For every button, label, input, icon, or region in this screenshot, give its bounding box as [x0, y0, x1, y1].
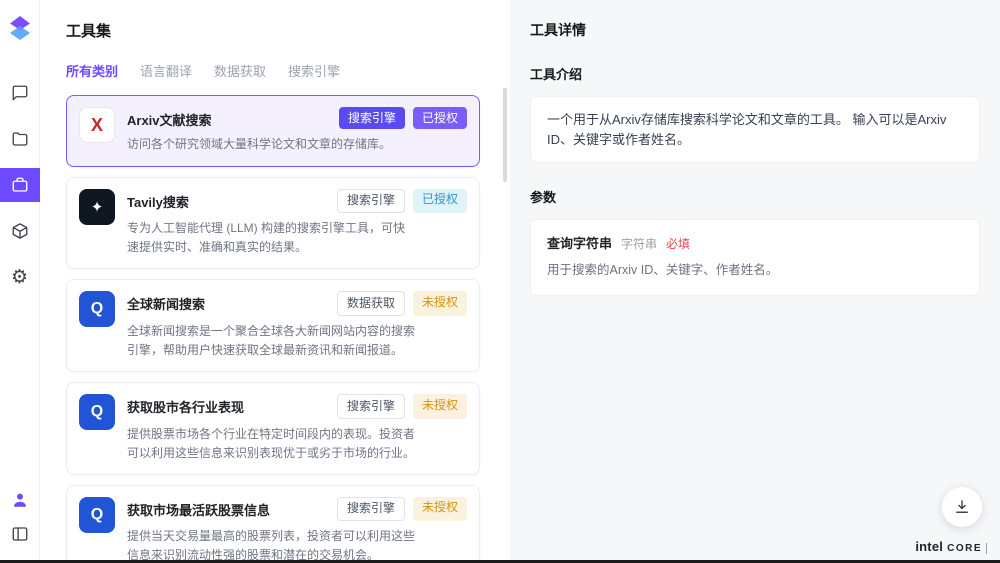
app-window: ⚙ 工具集 所有类别 语言翻译 数据获取 搜索引擎 X Arxiv文献搜索 [0, 0, 1000, 563]
tool-description: 提供股票市场各个行业在特定时间段内的表现。投资者可以利用这些信息来识别表现优于或… [127, 425, 415, 463]
tool-card[interactable]: X Arxiv文献搜索 搜索引擎 已授权 访问各个研究领域大量科学论文和文章的存… [66, 95, 480, 167]
param-required-badge: 必填 [666, 235, 690, 252]
sidebar: ⚙ [0, 0, 40, 563]
sidebar-item-panel-toggle[interactable] [0, 519, 40, 549]
category-badge: 搜索引擎 [337, 497, 405, 521]
intel-wordmark: intel [915, 539, 943, 554]
tool-description: 访问各个研究领域大量科学论文和文章的存储库。 [127, 135, 415, 154]
tool-name: Tavily搜索 [127, 189, 337, 211]
sidebar-item-tools[interactable] [0, 168, 40, 202]
gear-icon: ⚙ [11, 268, 28, 287]
tool-head: 获取股市各行业表现 搜索引擎 未授权 [127, 394, 467, 418]
tool-badges: 搜索引擎 已授权 [337, 189, 467, 213]
category-badge: 数据获取 [337, 291, 405, 315]
tool-badges: 搜索引擎 未授权 [337, 497, 467, 521]
tool-body: 全球新闻搜索 数据获取 未授权 全球新闻搜索是一个聚合全球各大新闻网站内容的搜索… [127, 291, 467, 360]
page-title: 工具集 [66, 20, 480, 41]
tab-data-fetching[interactable]: 数据获取 [214, 61, 266, 80]
tool-description: 全球新闻搜索是一个聚合全球各大新闻网站内容的搜索引擎，帮助用户快速获取全球最新资… [127, 322, 415, 360]
tool-head: 全球新闻搜索 数据获取 未授权 [127, 291, 467, 315]
tool-card-list: X Arxiv文献搜索 搜索引擎 已授权 访问各个研究领域大量科学论文和文章的存… [66, 95, 480, 563]
intro-card: 一个用于从Arxiv存储库搜索科学论文和文章的工具。 输入可以是Arxiv ID… [530, 96, 980, 163]
intel-core-logo: intel CORE [915, 539, 987, 554]
param-header: 查询字符串 字符串 必填 [547, 233, 963, 252]
param-description: 用于搜索的Arxiv ID、关键字、作者姓名。 [547, 261, 963, 280]
tool-list-panel: 工具集 所有类别 语言翻译 数据获取 搜索引擎 X Arxiv文献搜索 搜索引擎… [40, 0, 510, 563]
tool-description: 提供当天交易量最高的股票列表，投资者可以利用这些信息来识别流动性强的股票和潜在的… [127, 527, 415, 563]
sidebar-item-chat[interactable] [0, 76, 40, 110]
sidebar-bottom [0, 485, 40, 563]
tool-head: Arxiv文献搜索 搜索引擎 已授权 [127, 107, 467, 129]
tab-all-categories[interactable]: 所有类别 [66, 61, 118, 80]
chat-icon [11, 84, 29, 102]
auth-status-badge: 未授权 [413, 497, 467, 521]
tool-card[interactable]: Q 获取市场最活跃股票信息 搜索引擎 未授权 提供当天交易量最高的股票列表，投资… [66, 485, 480, 563]
auth-status-badge: 已授权 [413, 107, 467, 129]
tool-body: 获取市场最活跃股票信息 搜索引擎 未授权 提供当天交易量最高的股票列表，投资者可… [127, 497, 467, 563]
tool-body: 获取股市各行业表现 搜索引擎 未授权 提供股票市场各个行业在特定时间段内的表现。… [127, 394, 467, 463]
download-button[interactable] [942, 487, 982, 527]
auth-status-badge: 未授权 [413, 394, 467, 418]
app-logo[interactable] [7, 14, 33, 42]
tool-badges: 搜索引擎 未授权 [337, 394, 467, 418]
params-section-title: 参数 [530, 187, 980, 206]
logo-gem-icon [8, 15, 32, 41]
tab-search-engine[interactable]: 搜索引擎 [288, 61, 340, 80]
panel-toggle-icon [11, 525, 29, 543]
param-card: 查询字符串 字符串 必填 用于搜索的Arxiv ID、关键字、作者姓名。 [530, 219, 980, 296]
tool-badges: 数据获取 未授权 [337, 291, 467, 315]
tool-head: 获取市场最活跃股票信息 搜索引擎 未授权 [127, 497, 467, 521]
tool-card[interactable]: Q 获取股市各行业表现 搜索引擎 未授权 提供股票市场各个行业在特定时间段内的表… [66, 382, 480, 475]
param-type: 字符串 [621, 235, 657, 252]
tool-head: Tavily搜索 搜索引擎 已授权 [127, 189, 467, 213]
category-tabs: 所有类别 语言翻译 数据获取 搜索引擎 [66, 61, 480, 80]
intro-section-title: 工具介绍 [530, 64, 980, 83]
auth-status-badge: 已授权 [413, 189, 467, 213]
sidebar-item-settings[interactable]: ⚙ [0, 260, 40, 294]
tool-card[interactable]: ✦ Tavily搜索 搜索引擎 已授权 专为人工智能代理 (LLM) 构建的搜索… [66, 177, 480, 270]
tavily-star-icon: ✦ [79, 189, 115, 225]
tool-body: Tavily搜索 搜索引擎 已授权 专为人工智能代理 (LLM) 构建的搜索引擎… [127, 189, 467, 258]
tool-detail-panel: 工具详情 工具介绍 一个用于从Arxiv存储库搜索科学论文和文章的工具。 输入可… [510, 0, 1000, 563]
param-name: 查询字符串 [547, 233, 612, 252]
category-badge: 搜索引擎 [337, 189, 405, 213]
tool-body: Arxiv文献搜索 搜索引擎 已授权 访问各个研究领域大量科学论文和文章的存储库… [127, 107, 467, 155]
auth-status-badge: 未授权 [413, 291, 467, 315]
core-wordmark: CORE [947, 543, 987, 554]
sidebar-item-plugins[interactable] [0, 214, 40, 248]
detail-title: 工具详情 [530, 20, 980, 40]
briefcase-icon [11, 176, 29, 194]
user-icon [11, 491, 29, 509]
tool-name: 获取股市各行业表现 [127, 394, 337, 416]
sidebar-nav: ⚙ [0, 76, 39, 306]
sidebar-item-files[interactable] [0, 122, 40, 156]
tool-badges: 搜索引擎 已授权 [339, 107, 467, 129]
news-q-icon: Q [79, 291, 115, 327]
tool-name: 全球新闻搜索 [127, 291, 337, 313]
tool-name: Arxiv文献搜索 [127, 107, 339, 129]
tab-language-translation[interactable]: 语言翻译 [140, 61, 192, 80]
arxiv-x-icon: X [79, 107, 115, 143]
stock-q-icon: Q [79, 394, 115, 430]
tool-description: 专为人工智能代理 (LLM) 构建的搜索引擎工具，可快速提供实时、准确和真实的结… [127, 219, 415, 257]
tool-name: 获取市场最活跃股票信息 [127, 497, 337, 519]
tool-card[interactable]: Q 全球新闻搜索 数据获取 未授权 全球新闻搜索是一个聚合全球各大新闻网站内容的… [66, 279, 480, 372]
stock-q-icon: Q [79, 497, 115, 533]
category-badge: 搜索引擎 [337, 394, 405, 418]
sidebar-item-user[interactable] [0, 485, 40, 515]
download-icon [953, 498, 971, 516]
intro-text: 一个用于从Arxiv存储库搜索科学论文和文章的工具。 输入可以是Arxiv ID… [547, 110, 963, 149]
cube-icon [11, 222, 29, 240]
folder-icon [11, 130, 29, 148]
scrollbar-thumb[interactable] [503, 88, 507, 182]
category-badge: 搜索引擎 [339, 107, 405, 129]
